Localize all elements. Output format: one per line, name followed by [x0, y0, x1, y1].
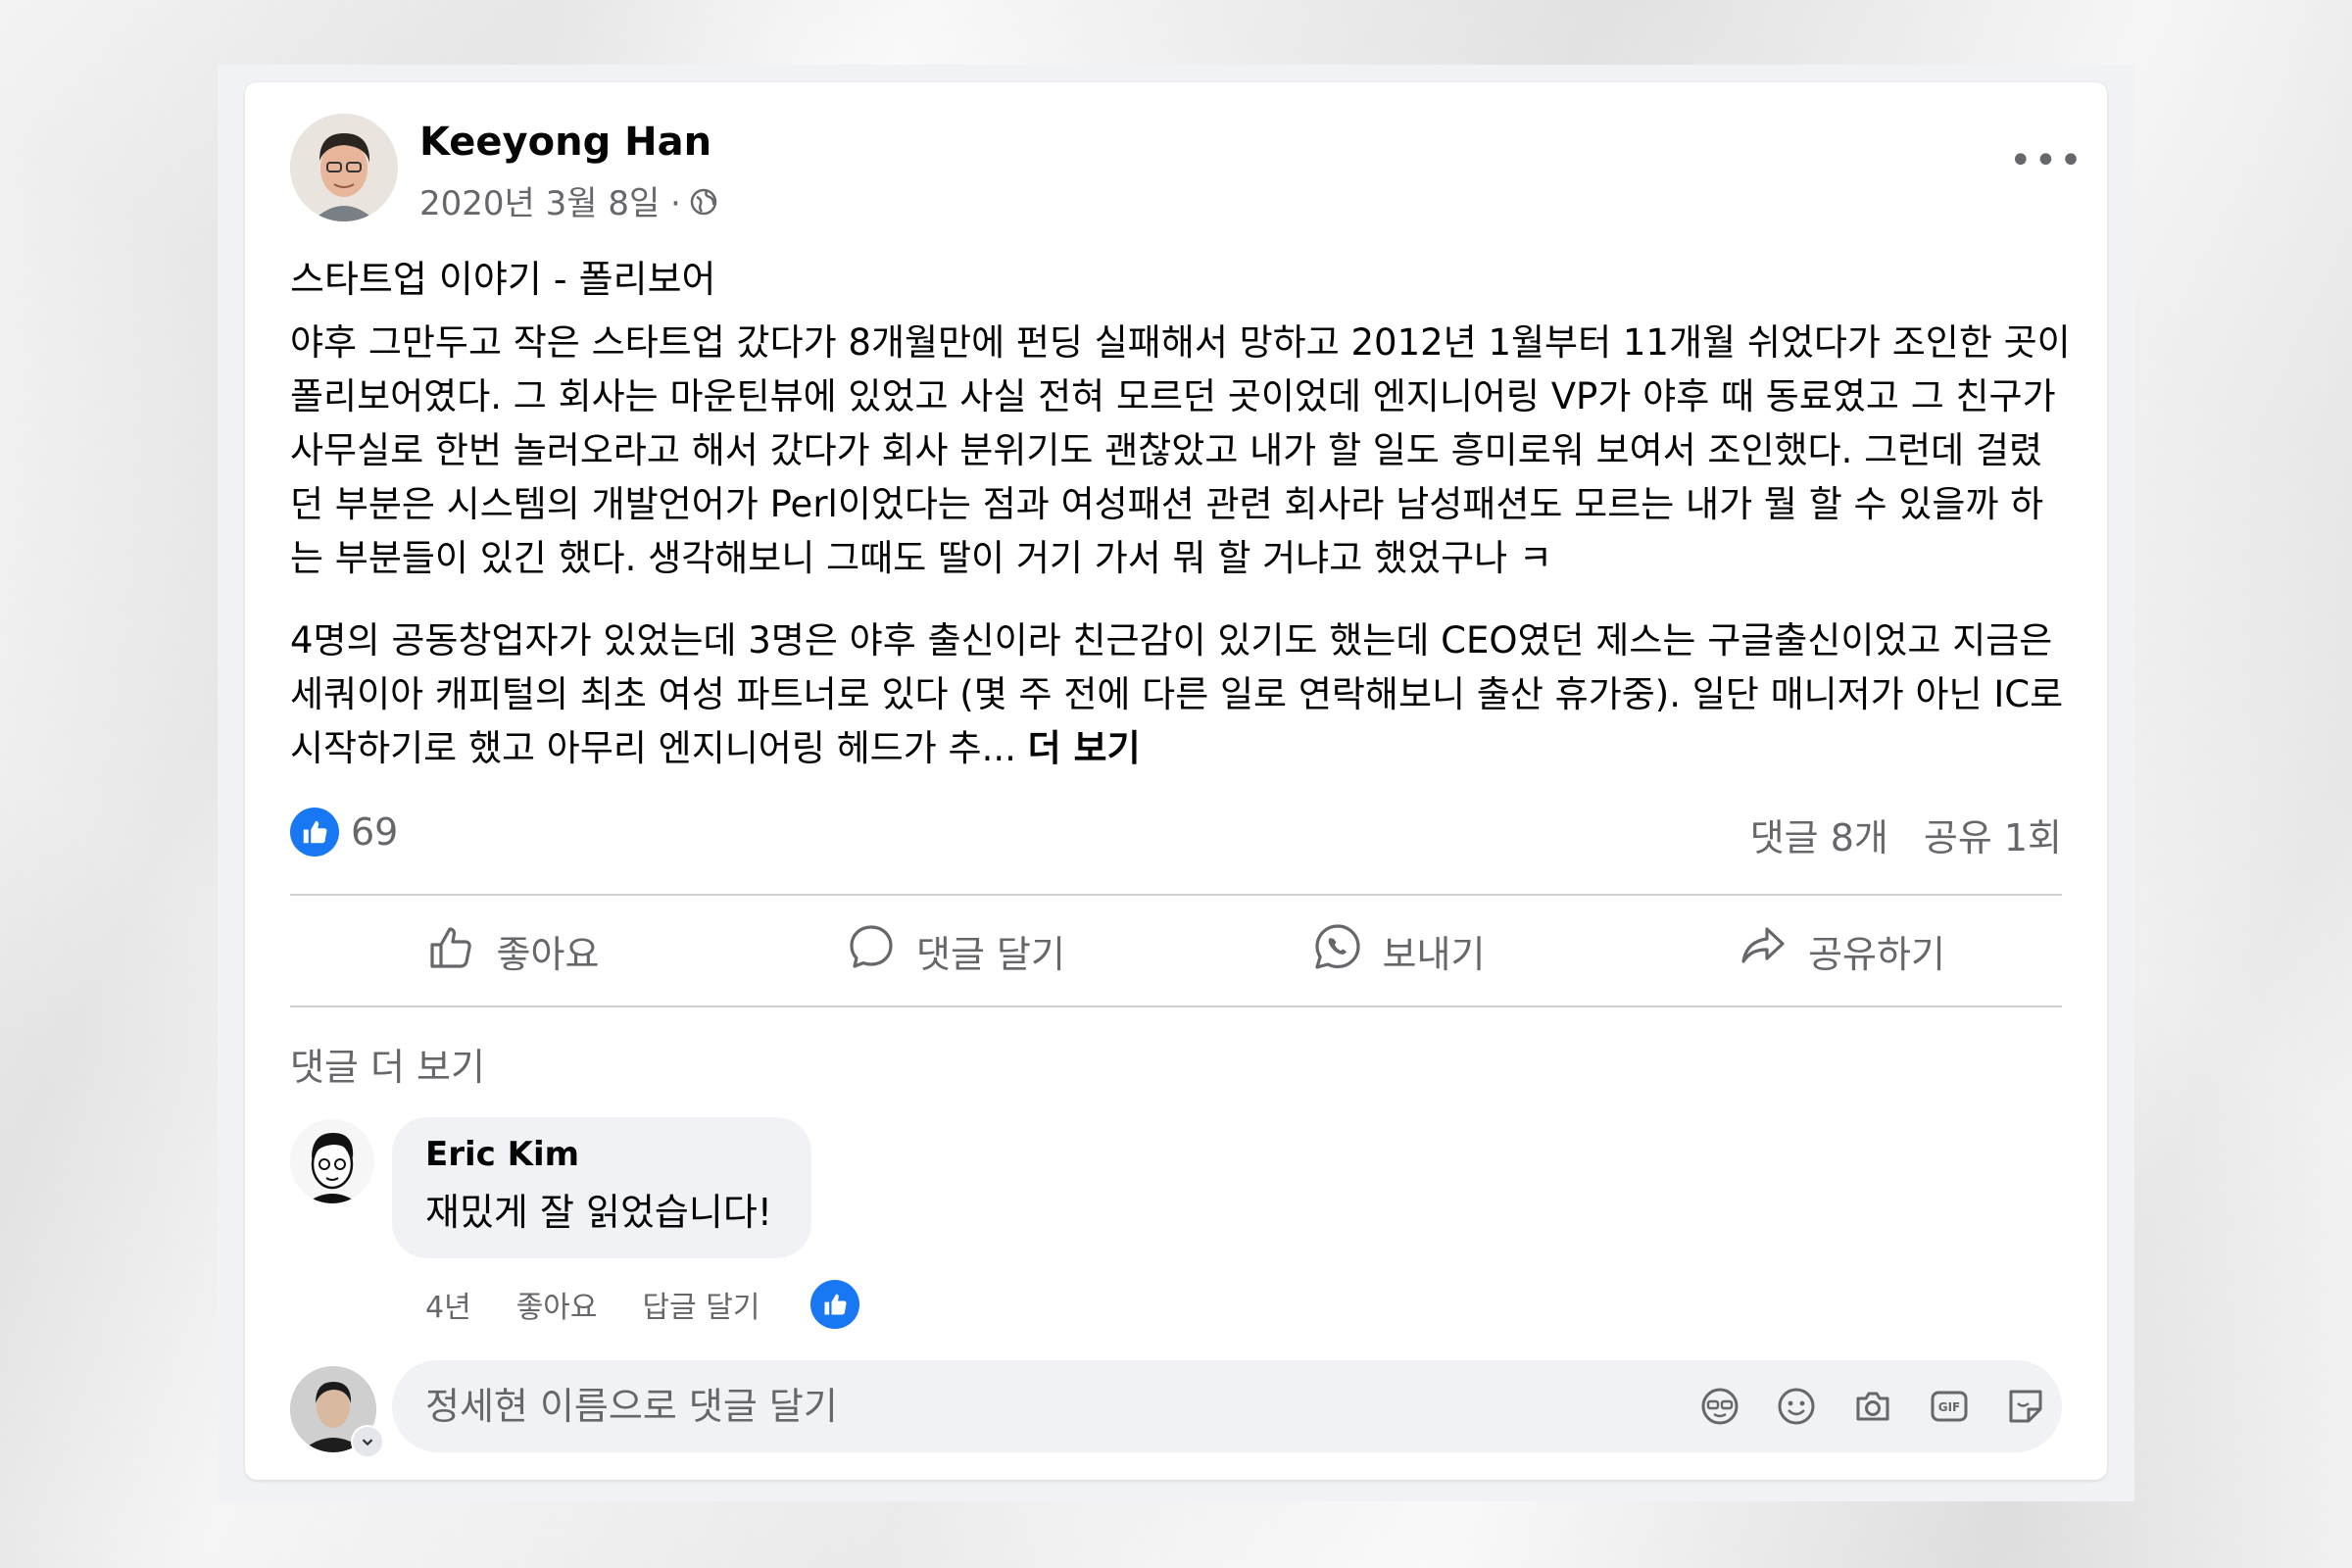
gif-icon[interactable]: GIF [1925, 1382, 1974, 1431]
emoji-icon[interactable] [1772, 1382, 1821, 1431]
whatsapp-icon [1310, 919, 1365, 983]
post-meta: 2020년 3월 8일 · [419, 176, 718, 224]
share-arrow-icon [1736, 919, 1790, 983]
sticker-icon[interactable] [2001, 1382, 2050, 1431]
reaction-summary[interactable]: 69 [290, 808, 398, 857]
author-avatar[interactable] [290, 114, 398, 221]
comment-time[interactable]: 4년 [425, 1283, 471, 1326]
post-stats: 댓글 8개 공유 1회 [1750, 808, 2062, 861]
divider [290, 1005, 2062, 1007]
comment-reply-link[interactable]: 답글 달기 [643, 1283, 760, 1326]
share-button[interactable]: 공유하기 [1619, 898, 2062, 1004]
comment-author[interactable]: Eric Kim [425, 1135, 579, 1174]
more-options-icon[interactable]: ••• [2009, 141, 2084, 180]
post-paragraph-2: 4명의 공동창업자가 있었는데 3명은 야후 출신이라 친근감이 있기도 했는데… [290, 613, 2074, 775]
like-reaction-icon [290, 808, 339, 857]
comment-bubble-icon [844, 919, 899, 983]
divider [290, 894, 2062, 896]
like-count: 69 [351, 810, 399, 854]
comment-meta: 4년 좋아요 답글 달기 [425, 1280, 860, 1329]
author-name[interactable]: Keeyong Han [419, 120, 711, 165]
account-switch-chevron-icon[interactable] [351, 1425, 384, 1458]
avatar-sticker-icon[interactable] [1695, 1382, 1744, 1431]
like-button[interactable]: 좋아요 [290, 898, 733, 1004]
post-paragraph-2-text: 4명의 공동창업자가 있었는데 3명은 야후 출신이라 친근감이 있기도 했는데… [290, 619, 2064, 769]
post-actions-bar: 좋아요 댓글 달기 보내기 공유하기 [290, 898, 2062, 1004]
comment-text: 재밌게 잘 읽었습니다! [425, 1191, 773, 1234]
post-title: 스타트업 이야기 - 폴리보어 [290, 258, 716, 301]
see-more-link[interactable]: 더 보기 [1028, 727, 1141, 769]
post-date[interactable]: 2020년 3월 8일 · [419, 176, 681, 224]
thumbs-up-icon [424, 919, 479, 983]
svg-text:GIF: GIF [1938, 1400, 1961, 1414]
post-paragraph-1: 야후 그만두고 작은 스타트업 갔다가 8개월만에 펀딩 실패해서 망하고 20… [290, 321, 2071, 579]
composer-icons: GIF [1695, 1382, 2050, 1431]
comment-like-reaction-icon[interactable] [810, 1280, 860, 1329]
post-card: Keeyong Han 2020년 3월 8일 · ••• 스타트업 이야기 -… [245, 82, 2107, 1480]
globe-icon [689, 186, 718, 216]
comments-count[interactable]: 댓글 8개 [1750, 808, 1888, 861]
send-button-label: 보내기 [1382, 932, 1486, 976]
camera-icon[interactable] [1848, 1382, 1897, 1431]
comment-button-label: 댓글 달기 [916, 932, 1065, 976]
shares-count[interactable]: 공유 1회 [1924, 808, 2062, 861]
view-more-comments-link[interactable]: 댓글 더 보기 [290, 1037, 485, 1091]
comment-button[interactable]: 댓글 달기 [733, 898, 1176, 1004]
comment-like-link[interactable]: 좋아요 [516, 1283, 598, 1326]
like-button-label: 좋아요 [496, 932, 600, 976]
share-button-label: 공유하기 [1808, 932, 1945, 976]
commenter-avatar[interactable] [290, 1119, 374, 1203]
send-button[interactable]: 보내기 [1176, 898, 1619, 1004]
